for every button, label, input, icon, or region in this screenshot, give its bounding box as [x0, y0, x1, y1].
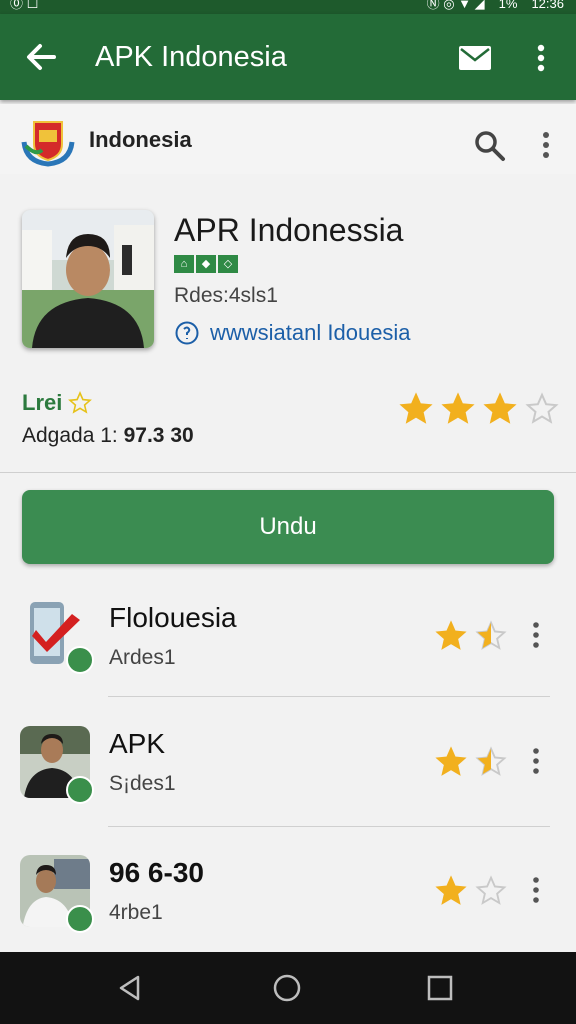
list-item-title: Flolouesia	[109, 602, 237, 633]
badge-shield-icon: ◆	[196, 255, 216, 273]
page-title: APK Indonesia	[95, 41, 287, 73]
list-item-subtitle: S¡des1	[109, 772, 176, 795]
app-badges: ⌂ ◆ ◇	[174, 255, 238, 273]
list-item-title: APK	[109, 728, 166, 759]
aggregate-row: Adgada 1: 97.3 30	[22, 424, 194, 448]
app-website-link[interactable]: wwwsiatanl Idouesia	[174, 320, 411, 346]
app-rating-stars	[398, 392, 560, 426]
more-vert-icon[interactable]	[528, 744, 544, 778]
badge-home-icon: ⌂	[174, 255, 194, 273]
app-name: APR Indonessia	[174, 212, 404, 248]
nav-back-icon[interactable]	[114, 972, 146, 1004]
more-vert-icon[interactable]	[528, 618, 544, 652]
star-half-icon	[475, 746, 507, 776]
list-item-subtitle: Ardes1	[109, 646, 176, 669]
app-link-text[interactable]: wwwsiatanl Idouesia	[210, 320, 411, 346]
search-icon[interactable]	[472, 128, 506, 162]
badge-diamond-icon: ◇	[218, 255, 238, 273]
star-filled-icon	[435, 746, 467, 776]
list-item-rating	[434, 875, 508, 907]
publisher-logo-icon[interactable]	[20, 116, 76, 168]
verified-check-icon	[66, 776, 94, 804]
list-item[interactable]: APK S¡des1	[0, 726, 576, 856]
status-icons: Ⓝ ◎ ▼ ◢	[426, 0, 485, 11]
publisher-row: Indonesia	[0, 104, 576, 174]
list-item-rating	[434, 746, 508, 778]
star-filled-icon	[435, 620, 467, 650]
link-info-icon	[175, 321, 199, 345]
rating-label: Lrei	[22, 390, 63, 415]
clock: 12:36	[531, 0, 564, 11]
back-arrow-icon[interactable]	[20, 36, 62, 78]
star-filled-icon	[441, 392, 475, 424]
app-bar: APK Indonesia	[0, 14, 576, 100]
app-icon-photo	[22, 210, 154, 348]
divider	[108, 696, 550, 697]
divider	[0, 472, 576, 473]
more-vert-icon[interactable]	[536, 128, 556, 162]
mail-icon[interactable]	[456, 41, 494, 75]
download-button[interactable]: Undu	[22, 490, 554, 564]
verified-check-icon	[66, 905, 94, 933]
status-right: Ⓝ ◎ ▼ ◢ 1% 12:36	[427, 0, 564, 11]
publisher-name[interactable]: Indonesia	[89, 127, 192, 153]
list-item-rating	[434, 620, 508, 652]
battery-percent: 1%	[498, 0, 518, 11]
star-filled-icon	[399, 392, 433, 424]
nav-home-icon[interactable]	[271, 972, 303, 1004]
star-outline-icon	[525, 392, 559, 424]
more-vert-icon[interactable]	[530, 41, 552, 75]
rating-label-row: Lrei	[22, 390, 93, 416]
list-item[interactable]: Flolouesia Ardes1	[0, 600, 576, 730]
aggregate-value: 97.3 30	[123, 424, 194, 447]
list-item-title: 96 6-30	[109, 857, 204, 888]
star-outline-icon	[475, 875, 507, 905]
more-vert-icon[interactable]	[528, 873, 544, 907]
status-bar: ⓪ ☐ Ⓝ ◎ ▼ ◢ 1% 12:36	[0, 0, 576, 14]
status-left-icons: ⓪ ☐	[10, 0, 39, 11]
verified-check-icon	[66, 646, 94, 674]
star-filled-icon	[435, 875, 467, 905]
app-subtitle: Rdes:4sls1	[174, 284, 278, 307]
system-nav-bar	[0, 952, 576, 1024]
aggregate-label: Adgada 1:	[22, 424, 118, 447]
divider	[108, 826, 550, 827]
star-outline-icon	[68, 391, 93, 414]
list-item-subtitle: 4rbe1	[109, 901, 163, 924]
nav-recents-icon[interactable]	[424, 972, 456, 1004]
star-half-icon	[475, 620, 507, 650]
star-filled-icon	[483, 392, 517, 424]
